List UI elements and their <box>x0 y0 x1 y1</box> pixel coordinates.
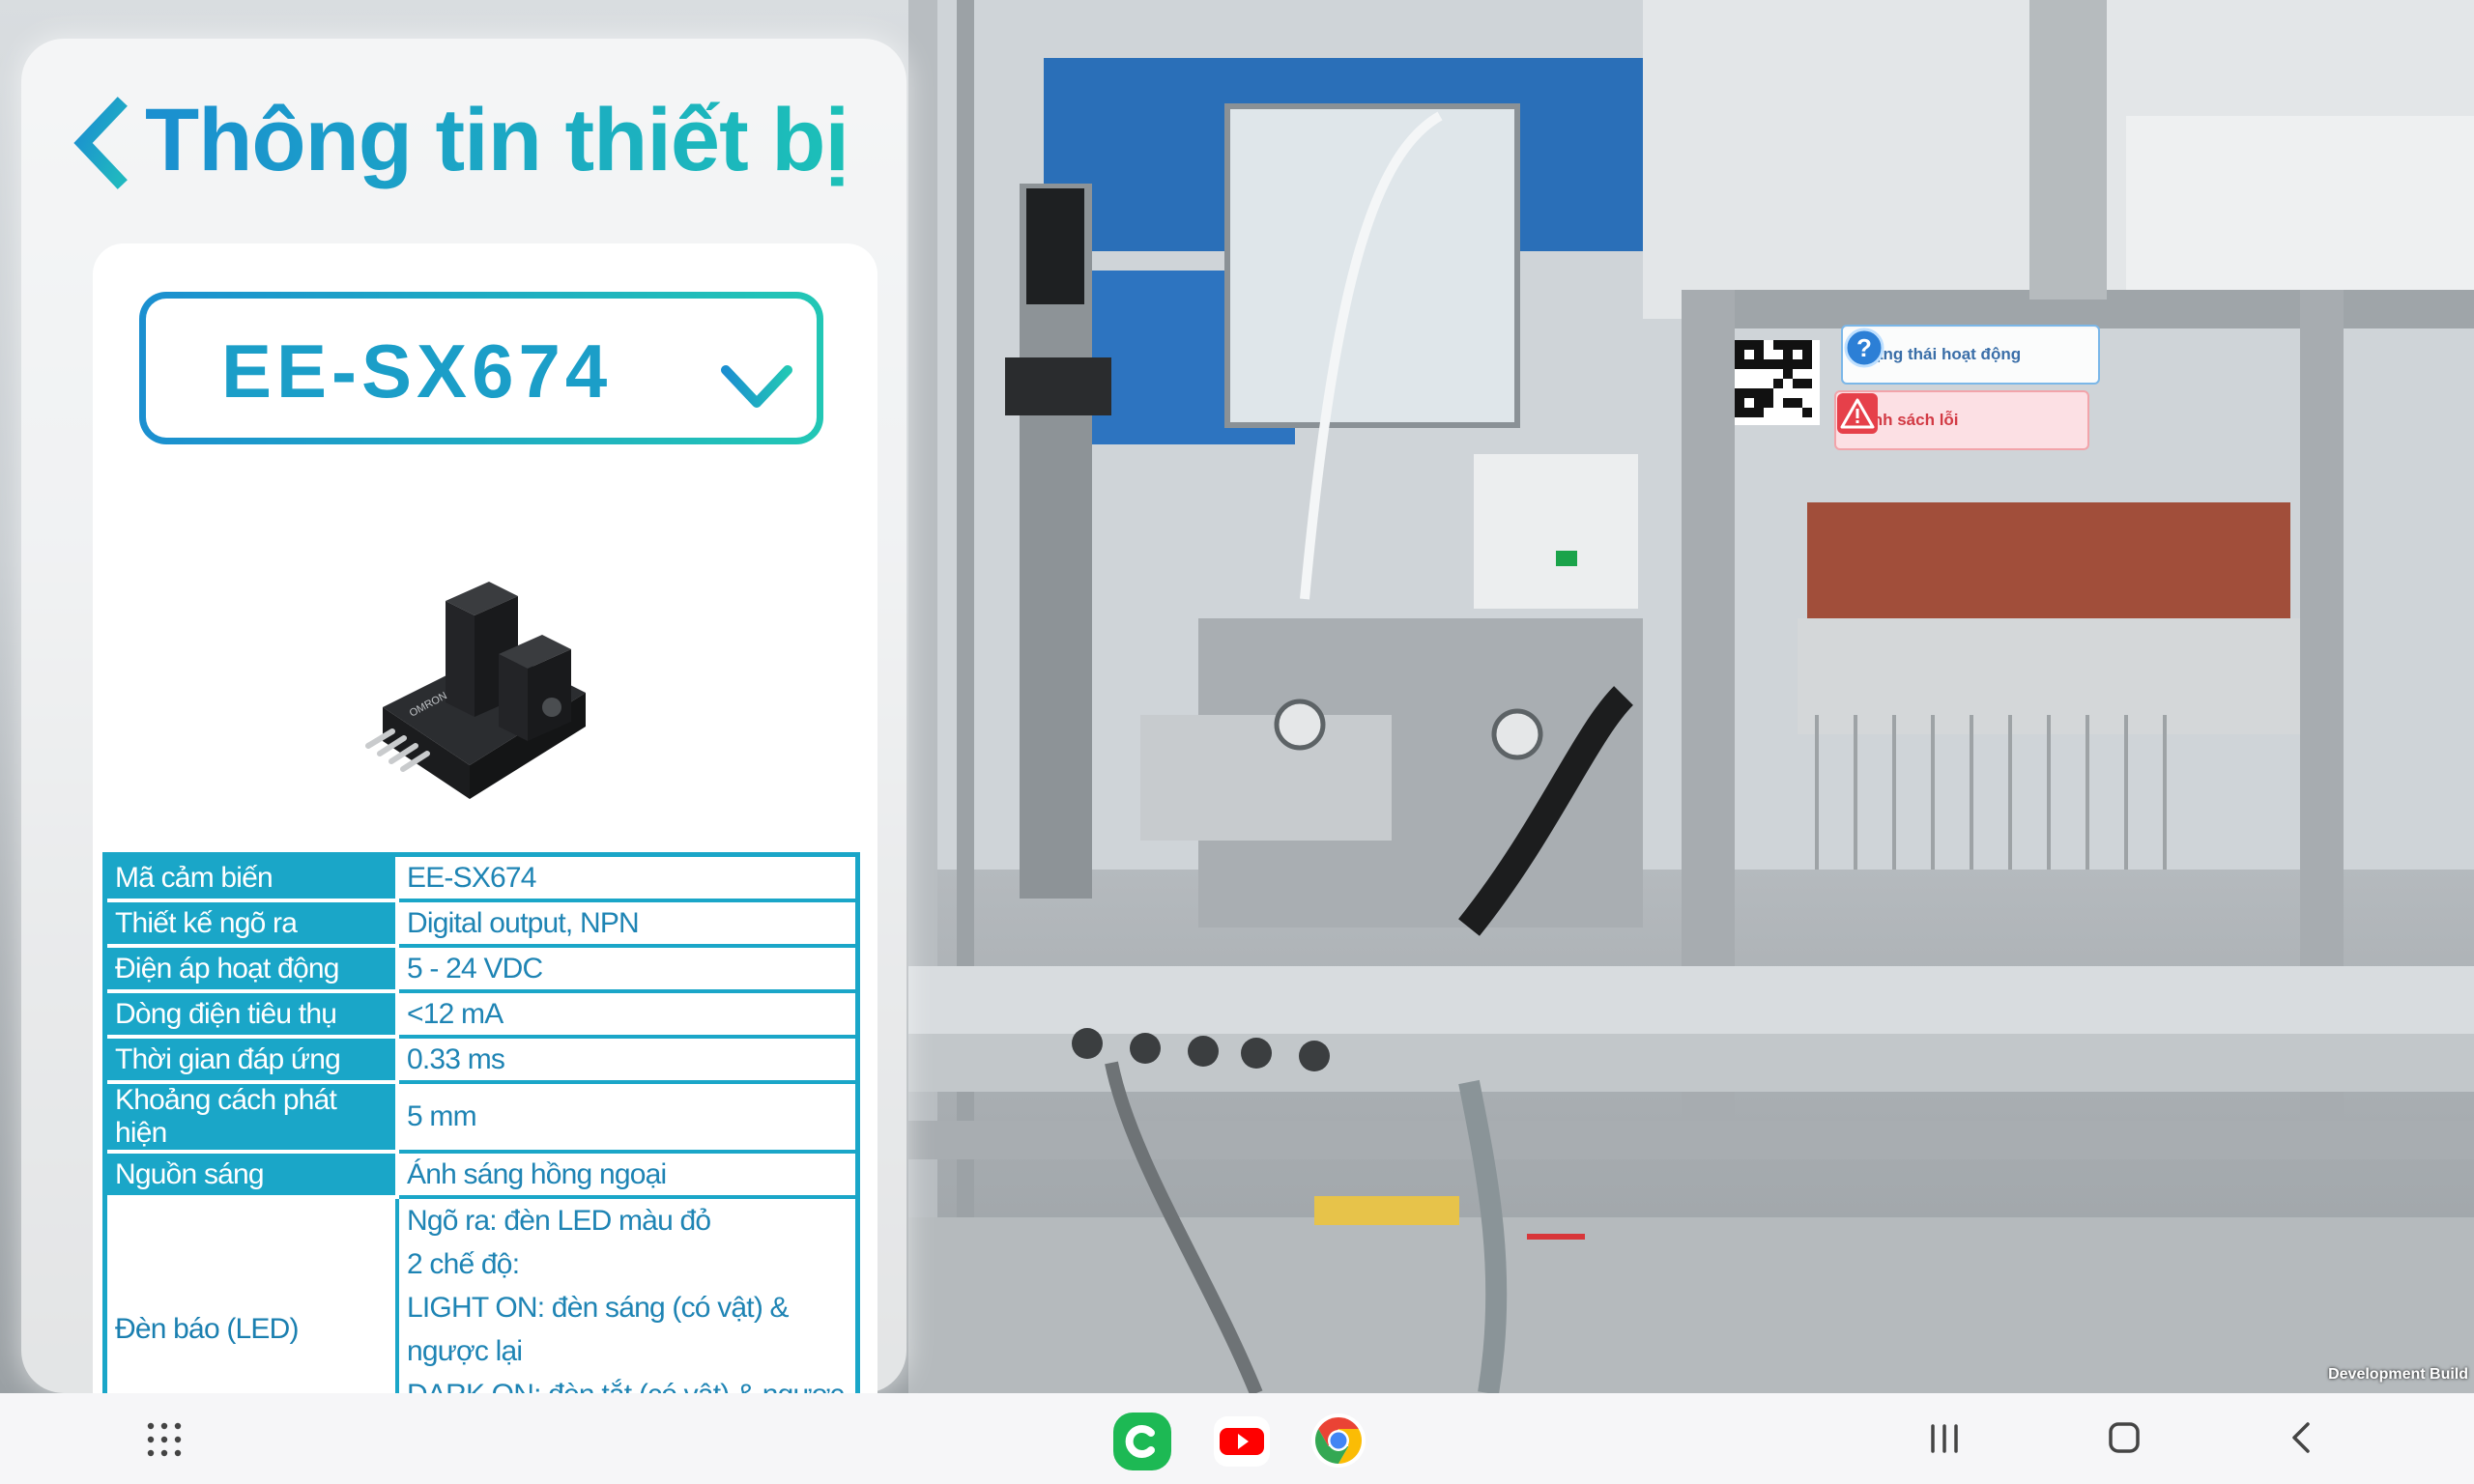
spec-label: Dòng điện tiêu thụ <box>102 989 399 1039</box>
device-info-panel: Thông tin thiết bị EE-SX674 OMRON Mã cảm… <box>21 39 906 1393</box>
table-row: Thiết kế ngõ ra Digital output, NPN <box>102 899 860 948</box>
home-button[interactable] <box>2107 1420 2142 1455</box>
warning-icon <box>1837 393 1878 434</box>
spec-label: Đèn báo (LED) <box>102 1195 399 1393</box>
youtube-icon <box>1214 1416 1270 1467</box>
spec-value: 0.33 ms <box>395 1035 860 1084</box>
app-drawer-button[interactable] <box>145 1420 184 1459</box>
spec-label: Thời gian đáp ứng <box>102 1035 399 1084</box>
home-icon <box>2109 1422 2140 1453</box>
led-line: DARK ON: đèn tắt (có vật) & ngược lại <box>407 1373 848 1393</box>
qr-code <box>1735 340 1820 425</box>
led-line: 2 chế độ: <box>407 1248 520 1280</box>
ar-errors-button[interactable]: Danh sách lỗi <box>1834 390 2089 450</box>
table-row: Mã cảm biến EE-SX674 <box>102 852 860 902</box>
sensor-product-image: OMRON <box>365 582 586 799</box>
spec-table: Mã cảm biến EE-SX674 Thiết kế ngõ ra Dig… <box>102 852 860 1393</box>
spec-value-multiline: Ngõ ra: đèn LED màu đỏ 2 chế độ: LIGHT O… <box>395 1195 860 1393</box>
spec-label: Nguồn sáng <box>102 1150 399 1199</box>
table-row: Thời gian đáp ứng 0.33 ms <box>102 1035 860 1084</box>
table-row: Khoảng cách phát hiện 5 mm <box>102 1080 860 1154</box>
svg-text:?: ? <box>1856 333 1872 362</box>
table-row-led: Đèn báo (LED) Ngõ ra: đèn LED màu đỏ 2 c… <box>102 1195 860 1393</box>
chevron-left-icon <box>73 97 128 189</box>
chrome-app-button[interactable] <box>1310 1413 1366 1469</box>
led-line: Ngõ ra: đèn LED màu đỏ <box>407 1205 711 1237</box>
youtube-app-button[interactable] <box>1214 1416 1270 1467</box>
chevron-down-icon <box>721 365 792 408</box>
back-button[interactable] <box>58 85 155 201</box>
grid-icon <box>147 1422 182 1457</box>
recents-button[interactable] <box>1925 1422 1964 1455</box>
chrome-icon <box>1311 1413 1366 1468</box>
kakaotalk-icon <box>1113 1413 1171 1470</box>
ar-status-button[interactable]: ? Trạng thái hoạt động <box>1841 325 2100 385</box>
spec-label: Thiết kế ngõ ra <box>102 899 399 948</box>
spec-value: EE-SX674 <box>395 852 860 902</box>
table-row: Dòng điện tiêu thụ <12 mA <box>102 989 860 1039</box>
system-back-button[interactable] <box>2287 1420 2316 1455</box>
sensor-dropdown-value: EE-SX674 <box>221 328 613 414</box>
page-title: Thông tin thiết bị <box>145 77 849 203</box>
spec-value: Digital output, NPN <box>395 899 860 948</box>
spec-label: Mã cảm biến <box>102 852 399 902</box>
recents-icon <box>1931 1424 1958 1453</box>
kakaotalk-app-button[interactable] <box>1113 1413 1171 1470</box>
table-row: Nguồn sáng Ánh sáng hồng ngoại <box>102 1150 860 1199</box>
back-icon <box>2292 1422 2310 1453</box>
table-row: Điện áp hoạt động 5 - 24 VDC <box>102 944 860 993</box>
spec-value: 5 mm <box>395 1080 860 1154</box>
dev-build-label: Development Build <box>2328 1366 2468 1383</box>
spec-value: Ánh sáng hồng ngoại <box>395 1150 860 1199</box>
spec-value: <12 mA <box>395 989 860 1039</box>
system-navigation-bar <box>0 1393 2474 1484</box>
help-circle-icon: ? <box>1844 328 1884 368</box>
sensor-dropdown[interactable]: EE-SX674 <box>139 292 823 444</box>
led-line: LIGHT ON: đèn sáng (có vật) & ngược lại <box>407 1292 790 1367</box>
spec-label: Điện áp hoạt động <box>102 944 399 993</box>
spec-value: 5 - 24 VDC <box>395 944 860 993</box>
sensor-card: EE-SX674 OMRON Mã cảm biến EE-SX674 Thiế… <box>93 243 877 1393</box>
spec-table-body: Mã cảm biến EE-SX674 Thiết kế ngõ ra Dig… <box>102 852 860 1393</box>
spec-label: Khoảng cách phát hiện <box>102 1080 399 1154</box>
